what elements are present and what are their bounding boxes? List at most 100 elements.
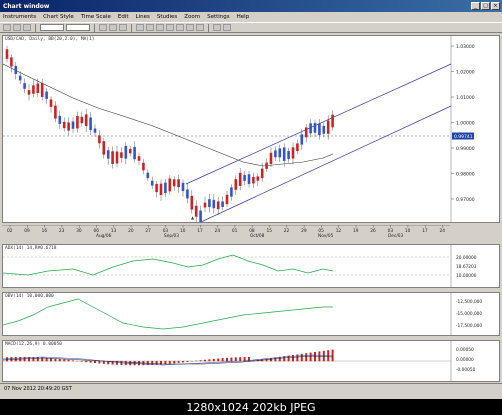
menu-time-scale[interactable]: Time Scale (81, 14, 111, 20)
macd-pane[interactable]: 0.00050 0.00000 -0.00050 MACD(12,26,9) 0.0… (2, 340, 500, 383)
minimize-icon[interactable]: _ (471, 2, 480, 10)
macd-histogram-bar (54, 358, 57, 362)
studies-icon[interactable] (213, 24, 221, 31)
candlestick (128, 148, 132, 154)
date-tick-label: 19 (353, 228, 359, 234)
obv-pane[interactable]: -12,500,000 -15,000,000 -17,500,000 OBV(14… (2, 292, 500, 336)
menu-chart-style[interactable]: Chart Style (43, 14, 74, 20)
period-select[interactable] (66, 24, 90, 31)
indicator-tick-label: -12,500,000 (456, 299, 482, 305)
crosshair-icon[interactable] (156, 24, 164, 31)
candlestick (265, 162, 268, 169)
indicator-tick-label: -15,000,000 (456, 311, 482, 317)
candlestick (89, 117, 92, 131)
maximize-icon[interactable]: □ (481, 2, 490, 10)
menu-instruments[interactable]: Instruments (3, 14, 36, 20)
macd-histogram-bar (80, 361, 83, 362)
text-tool-icon[interactable] (196, 24, 204, 31)
candlestick (274, 150, 277, 158)
macd-histogram-bar (305, 353, 308, 362)
macd-histogram-bar (204, 359, 206, 362)
menu-zoom[interactable]: Zoom (184, 14, 200, 20)
month-label: Oct/08 (250, 233, 265, 238)
candlestick (150, 180, 154, 186)
window-title: Chart window (3, 2, 50, 10)
macd-histogram-bar (155, 361, 158, 365)
trendline-icon[interactable] (166, 24, 174, 31)
candlestick (159, 183, 163, 196)
settings-icon[interactable] (223, 24, 231, 31)
adx-pane[interactable]: 20.00000 18.67203 10.00000 ADX(14) 14,R#0.… (2, 244, 500, 288)
toolbar (0, 22, 502, 33)
adx-chart[interactable]: 20.00000 18.67203 10.00000 (2, 245, 499, 287)
date-tick-label: 24 (440, 228, 446, 234)
instrument-select[interactable] (40, 24, 64, 31)
macd-histogram-bar (58, 359, 61, 362)
macd-histogram-bar (67, 359, 70, 362)
date-tick-label: 01 (232, 228, 238, 234)
macd-histogram-bar (309, 352, 312, 362)
candlestick (10, 57, 13, 67)
date-tick-label: 17 (422, 228, 428, 234)
price-tick-label: 0.98000 (456, 171, 475, 177)
image-info-text: 1280x1024 202kb JPEG (186, 400, 316, 414)
candlestick (194, 205, 198, 217)
status-datetime: 07 Nov 2012 20:49:20 GST (4, 385, 72, 392)
close-icon[interactable]: × (491, 2, 500, 10)
menu-help[interactable]: Help (237, 14, 250, 20)
macd-chart[interactable]: 0.00050 0.00000 -0.00050 (2, 341, 499, 383)
candle-chart-icon[interactable] (109, 24, 117, 31)
macd-histogram-bar (177, 361, 180, 363)
macd-histogram-bar (182, 361, 184, 363)
low-marker: ▲ (191, 215, 195, 220)
month-label: Nov/05 (318, 233, 334, 238)
macd-histogram-bar (239, 357, 242, 362)
candlestick (168, 178, 172, 192)
candlestick (111, 151, 114, 165)
macd-histogram-bar (72, 360, 74, 362)
candlestick (300, 134, 304, 145)
obv-chart[interactable]: -12,500,000 -15,000,000 -17,500,000 (2, 293, 499, 335)
price-tick-label: 1.02000 (456, 69, 475, 75)
price-chart-pane[interactable]: 1.03000 1.02000 1.01000 1.00000 0.99000 0.980… (2, 35, 500, 223)
macd-histogram-bar (208, 359, 211, 362)
candlestick (309, 123, 312, 134)
candlestick (243, 175, 246, 181)
open-icon[interactable] (13, 24, 21, 31)
candlestick (67, 122, 70, 131)
fibonacci-icon[interactable] (186, 24, 194, 31)
candlestick (221, 201, 224, 207)
channel-icon[interactable] (176, 24, 184, 31)
macd-histogram-bar (164, 361, 167, 365)
zoom-in-icon[interactable] (136, 24, 144, 31)
macd-histogram-bar (94, 361, 96, 364)
macd-histogram-bar (85, 361, 88, 363)
bar-chart-icon[interactable] (99, 24, 107, 31)
month-label: Dec/03 (388, 233, 403, 238)
macd-histogram-bar (226, 357, 228, 362)
price-tick-label: 0.97000 (456, 197, 475, 203)
menu-studies[interactable]: Studies (157, 14, 177, 20)
save-icon[interactable] (23, 24, 31, 31)
line-chart-icon[interactable] (119, 24, 127, 31)
candlestick (212, 199, 216, 209)
date-tick-label: 12 (336, 228, 342, 234)
candlestick (45, 91, 48, 99)
channel-lower-line (200, 105, 452, 222)
indicator-tick-label: 20.00000 (456, 255, 477, 261)
candlestick (322, 125, 326, 134)
candlestick (36, 83, 40, 94)
candlestick (199, 210, 202, 222)
candlestick (40, 83, 44, 97)
new-chart-icon[interactable] (3, 24, 11, 31)
menu-settings[interactable]: Settings (207, 14, 230, 20)
menu-edit[interactable]: Edit (118, 14, 129, 20)
candlestick (203, 202, 207, 208)
date-axis-svg: 02 09 16 23 30 06 13 20 27 03 10 17 24 01 08 15 22 29 05 12… (2, 225, 450, 239)
indicator-tick-label: -17,500,000 (456, 323, 482, 329)
menu-lines[interactable]: Lines (136, 14, 150, 20)
candlestick (238, 172, 242, 186)
macd-histogram-bar (50, 358, 52, 362)
zoom-out-icon[interactable] (146, 24, 154, 31)
price-chart[interactable]: 1.03000 1.02000 1.01000 1.00000 0.99000 0.980… (3, 36, 499, 222)
